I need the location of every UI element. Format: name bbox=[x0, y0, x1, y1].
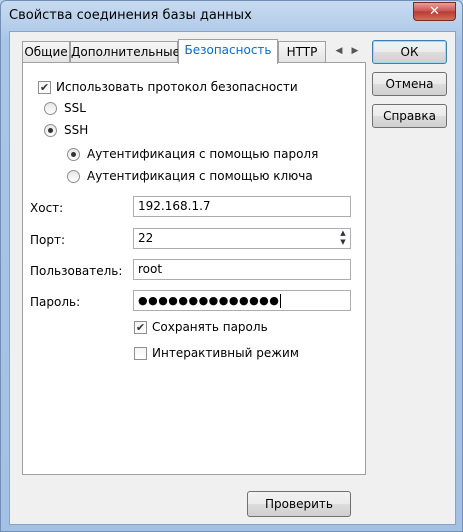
save-password-label: Сохранять пароль bbox=[152, 320, 268, 334]
auth-key-label: Аутентификация с помощью ключа bbox=[87, 169, 313, 183]
ssh-label: SSH bbox=[64, 123, 89, 137]
port-value: 22 bbox=[138, 231, 154, 245]
save-password-checkbox[interactable]: ✔ bbox=[134, 321, 147, 334]
ssl-radio[interactable] bbox=[44, 102, 57, 115]
interactive-mode-checkbox[interactable] bbox=[134, 347, 147, 360]
ssh-radio[interactable] bbox=[44, 124, 57, 137]
auth-password-radio[interactable] bbox=[67, 148, 80, 161]
title-bar: Свойства соединения базы данных ✕ bbox=[1, 1, 462, 31]
cancel-button[interactable]: Отмена bbox=[372, 72, 447, 96]
help-button[interactable]: Справка bbox=[372, 104, 447, 128]
tab-strip: Общие Дополнительные Безопасность HTTP ◀… bbox=[22, 39, 366, 64]
port-stepper[interactable]: 22 ▲ ▼ bbox=[133, 228, 351, 249]
tab-security[interactable]: Безопасность bbox=[178, 39, 278, 64]
ok-button[interactable]: ОК bbox=[372, 40, 447, 64]
security-tab-panel: ✔ Использовать протокол безопасности SSL… bbox=[22, 62, 366, 475]
tab-scroll-right-icon[interactable]: ▶ bbox=[348, 43, 362, 59]
port-label: Порт: bbox=[30, 233, 66, 247]
window-title: Свойства соединения базы данных bbox=[9, 8, 252, 23]
user-label: Пользователь: bbox=[30, 264, 123, 278]
use-protocol-checkbox[interactable]: ✔ bbox=[38, 81, 51, 94]
tab-scroll-left-icon[interactable]: ◀ bbox=[332, 43, 346, 59]
dialog-client-area: Общие Дополнительные Безопасность HTTP ◀… bbox=[9, 31, 456, 525]
use-protocol-label: Использовать протокол безопасности bbox=[56, 80, 298, 94]
host-input[interactable]: 192.168.1.7 bbox=[133, 196, 351, 217]
close-button[interactable]: ✕ bbox=[413, 2, 456, 21]
text-caret bbox=[280, 293, 282, 308]
host-label: Хост: bbox=[30, 201, 64, 215]
user-input[interactable]: root bbox=[133, 259, 351, 280]
close-icon: ✕ bbox=[429, 4, 440, 19]
password-mask: ●●●●●●●●●●●●●● bbox=[138, 294, 280, 307]
spin-down-icon[interactable]: ▼ bbox=[337, 238, 349, 247]
password-input[interactable]: ●●●●●●●●●●●●●● bbox=[133, 290, 351, 311]
auth-key-radio[interactable] bbox=[67, 170, 80, 183]
tab-general[interactable]: Общие bbox=[22, 41, 70, 63]
auth-password-label: Аутентификация с помощью пароля bbox=[87, 147, 319, 161]
interactive-mode-label: Интерактивный режим bbox=[152, 346, 299, 360]
password-label: Пароль: bbox=[30, 295, 81, 309]
spin-up-icon[interactable]: ▲ bbox=[337, 229, 349, 238]
tab-advanced[interactable]: Дополнительные bbox=[70, 41, 180, 63]
dialog-window: Свойства соединения базы данных ✕ Общие … bbox=[0, 0, 463, 532]
tab-http[interactable]: HTTP bbox=[278, 41, 326, 63]
ssl-label: SSL bbox=[64, 101, 86, 115]
test-connection-button[interactable]: Проверить bbox=[247, 491, 351, 517]
